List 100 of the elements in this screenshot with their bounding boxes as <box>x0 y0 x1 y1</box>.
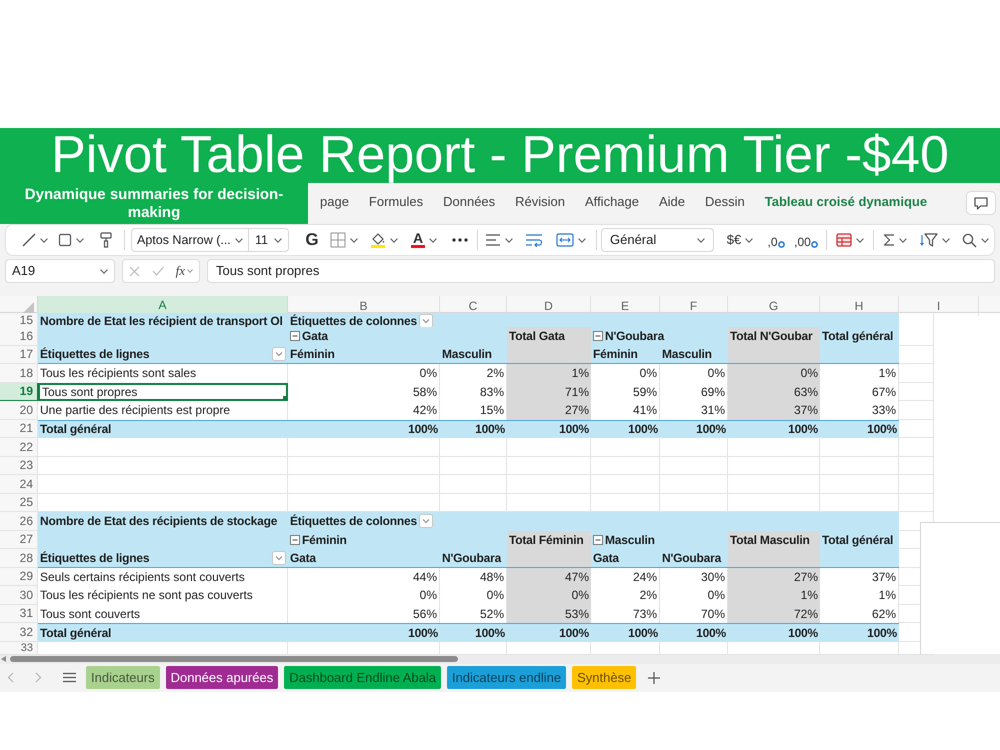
table-cell: 27% <box>728 568 820 586</box>
table-cell: 24% <box>591 568 660 586</box>
font-size-dropdown[interactable]: 11 <box>249 228 289 252</box>
row-header[interactable]: 18 <box>0 364 38 382</box>
sheet-tab[interactable]: Synthèse <box>572 666 636 689</box>
group-header: N'Goubara <box>605 329 664 344</box>
row-header[interactable]: 23 <box>0 456 38 475</box>
borders-icon <box>330 232 346 248</box>
row-header[interactable]: 26 <box>0 512 38 530</box>
increase-decimal-button[interactable]: ,0 <box>764 227 788 253</box>
row-header[interactable]: 33 <box>0 642 38 654</box>
dropdown-icon[interactable] <box>272 550 286 565</box>
bold-button[interactable]: G <box>301 227 323 253</box>
column-header: Féminin <box>591 346 660 364</box>
formula-field[interactable]: Tous sont propres <box>207 259 995 283</box>
total-cell: 100% <box>440 623 507 642</box>
row-header[interactable]: 31 <box>0 604 38 623</box>
caret-icon <box>186 269 193 273</box>
collapse-icon[interactable] <box>593 331 603 342</box>
column-header: Total Masculin <box>728 530 820 549</box>
scrollbar-thumb[interactable] <box>10 656 458 662</box>
ribbon-tab[interactable]: Formules <box>358 189 434 217</box>
add-sheet-icon[interactable] <box>648 672 660 684</box>
more-icon <box>452 238 468 242</box>
table-cell: 37% <box>820 568 899 586</box>
comment-button[interactable] <box>966 191 996 215</box>
row-header[interactable]: 21 <box>0 420 38 438</box>
dropdown-icon[interactable] <box>418 514 433 528</box>
number-format-dropdown[interactable]: Général <box>601 228 714 252</box>
menu-icon[interactable] <box>63 672 76 683</box>
table-cell: 27% <box>507 401 591 420</box>
dropdown-icon[interactable] <box>272 347 286 362</box>
collapse-icon[interactable] <box>290 331 300 342</box>
dropdown-icon[interactable] <box>418 314 433 328</box>
name-box[interactable]: A19 <box>5 259 115 283</box>
column-header: Total général <box>820 327 899 346</box>
sheet-tab[interactable]: Indicateurs endline <box>446 666 566 689</box>
row-header[interactable]: 17 <box>0 346 38 364</box>
sum-icon <box>883 233 895 247</box>
row-header[interactable]: 30 <box>0 586 38 604</box>
ribbon-tab[interactable]: Données <box>433 189 506 217</box>
total-cell: 100% <box>660 623 728 642</box>
column-header: Masculin <box>440 346 507 364</box>
column-labels-header: Étiquettes de colonnes <box>290 314 417 328</box>
row-header[interactable]: 22 <box>0 438 38 456</box>
row-label: Tous sont couverts <box>38 604 288 623</box>
caret-icon <box>942 238 950 242</box>
font-dropdown[interactable]: Aptos Narrow (... <box>131 228 249 252</box>
row-label: Tous les récipients sont sales <box>38 364 288 382</box>
sheet-tab[interactable]: Données apurées <box>166 666 278 689</box>
table-cell: 53% <box>507 604 591 623</box>
scroll-left-icon[interactable] <box>1 656 6 662</box>
sheet-tab[interactable]: Indicateurs <box>86 666 160 689</box>
total-cell: 100% <box>507 420 591 438</box>
collapse-icon[interactable] <box>593 534 603 545</box>
table-cell: 48% <box>440 568 507 586</box>
check-icon <box>152 266 164 276</box>
ribbon-tab[interactable]: Révision <box>505 189 576 217</box>
row-header[interactable]: 28 <box>0 549 38 568</box>
row-label: Seuls certains récipients sont couverts <box>38 568 288 586</box>
row-header[interactable]: 27 <box>0 530 38 549</box>
ring-icon <box>778 241 784 248</box>
row-header[interactable]: 20 <box>0 401 38 420</box>
row-header[interactable]: 25 <box>0 494 38 512</box>
ribbon-tab[interactable]: Aide <box>648 189 696 217</box>
total-cell: 100% <box>820 623 899 642</box>
fill-handle-icon[interactable] <box>283 396 288 401</box>
caret-icon <box>76 238 84 242</box>
row-header[interactable]: 24 <box>0 475 38 494</box>
collapse-icon[interactable] <box>290 534 300 545</box>
ring-icon <box>810 241 818 248</box>
total-cell: 100% <box>591 623 660 642</box>
row-label: Tous sont propres <box>42 384 138 399</box>
decrease-decimal-button[interactable]: ,00 <box>792 227 820 253</box>
ribbon-tab[interactable]: page <box>310 189 359 217</box>
table-cell: 47% <box>507 568 591 586</box>
total-cell: 100% <box>820 420 899 438</box>
sheet-tab[interactable]: Dashboard Endline Abala <box>284 666 441 689</box>
align-icon <box>485 233 501 247</box>
caret-icon <box>100 268 108 274</box>
table-cell: 37% <box>728 401 820 420</box>
caret-icon <box>350 238 358 242</box>
selected-cell[interactable]: Tous sont propres <box>38 382 288 401</box>
ribbon-tab[interactable]: Tableau croisé dynamique <box>754 189 938 217</box>
row-header[interactable]: 15 <box>0 313 38 328</box>
currency-button[interactable]: $€ <box>722 227 758 253</box>
insert-function-button[interactable]: fx <box>176 261 193 281</box>
row-header[interactable]: 29 <box>0 568 38 586</box>
caret-icon <box>980 238 988 242</box>
table-cell: 71% <box>507 382 591 401</box>
group-header: Masculin <box>605 532 655 547</box>
merge-icon <box>556 233 574 247</box>
ribbon-tab[interactable]: Affichage <box>575 189 649 217</box>
column-header: N'Goubara <box>660 549 728 568</box>
font-color-button[interactable]: A <box>407 227 441 253</box>
row-header[interactable]: 19 <box>0 382 38 401</box>
caret-icon <box>390 238 398 242</box>
row-header[interactable]: 16 <box>0 327 38 346</box>
ribbon-tab[interactable]: Dessin <box>695 189 755 217</box>
row-header[interactable]: 32 <box>0 623 38 642</box>
